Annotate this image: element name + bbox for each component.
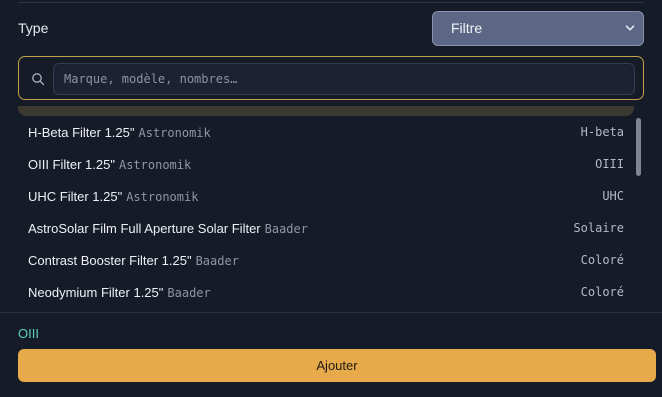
list-item[interactable]: Neodymium Filter 1.25" Baader Coloré bbox=[18, 276, 644, 308]
item-name: UHC Filter 1.25" bbox=[28, 188, 123, 204]
add-button[interactable]: Ajouter bbox=[18, 349, 656, 382]
item-name: OIII Filter 1.25" bbox=[28, 156, 115, 172]
list-item[interactable]: Contrast Booster Filter 1.25" Baader Colo… bbox=[18, 244, 644, 276]
list-item[interactable]: H-Beta Filter 1.25" Astronomik H-beta bbox=[18, 116, 644, 148]
search-input[interactable] bbox=[53, 63, 635, 95]
list-scroll-edge bbox=[18, 106, 634, 116]
list-item[interactable]: AstroSolar Film Full Aperture Solar Filt… bbox=[18, 212, 644, 244]
item-brand: Astronomik bbox=[118, 157, 192, 172]
list-scrollbar[interactable] bbox=[636, 118, 641, 176]
item-brand: Baader bbox=[167, 285, 211, 300]
type-row: Type Filtre bbox=[18, 10, 644, 46]
item-name: Contrast Booster Filter 1.25" bbox=[28, 252, 192, 268]
bottom-divider bbox=[0, 312, 662, 313]
item-type: OIII bbox=[595, 157, 624, 171]
item-type: Solaire bbox=[573, 221, 624, 235]
list-item[interactable]: UHC Filter 1.25" Astronomik UHC bbox=[18, 180, 644, 212]
results-list[interactable]: H-Beta Filter 1.25" Astronomik H-beta OII… bbox=[18, 116, 644, 312]
type-label: Type bbox=[18, 20, 49, 36]
type-select[interactable]: Filtre bbox=[432, 10, 644, 46]
item-type: UHC bbox=[602, 189, 624, 203]
selected-value: OIII bbox=[18, 326, 39, 341]
item-brand: Baader bbox=[195, 253, 239, 268]
item-type: H-beta bbox=[580, 125, 624, 139]
chevron-down-icon bbox=[625, 25, 635, 31]
item-brand: Astronomik bbox=[138, 125, 211, 140]
type-select-value: Filtre bbox=[451, 20, 483, 36]
item-brand: Baader bbox=[264, 221, 308, 236]
item-type: Coloré bbox=[580, 285, 624, 299]
list-item[interactable]: OIII Filter 1.25" Astronomik OIII bbox=[18, 148, 644, 180]
item-brand: Astronomik bbox=[126, 189, 199, 204]
search-icon bbox=[32, 73, 45, 86]
top-divider bbox=[18, 0, 644, 3]
search-container bbox=[18, 56, 644, 100]
item-type: Coloré bbox=[580, 253, 624, 267]
item-name: AstroSolar Film Full Aperture Solar Filt… bbox=[28, 220, 261, 236]
item-name: H-Beta Filter 1.25" bbox=[28, 124, 135, 140]
item-name: Neodymium Filter 1.25" bbox=[28, 284, 164, 300]
